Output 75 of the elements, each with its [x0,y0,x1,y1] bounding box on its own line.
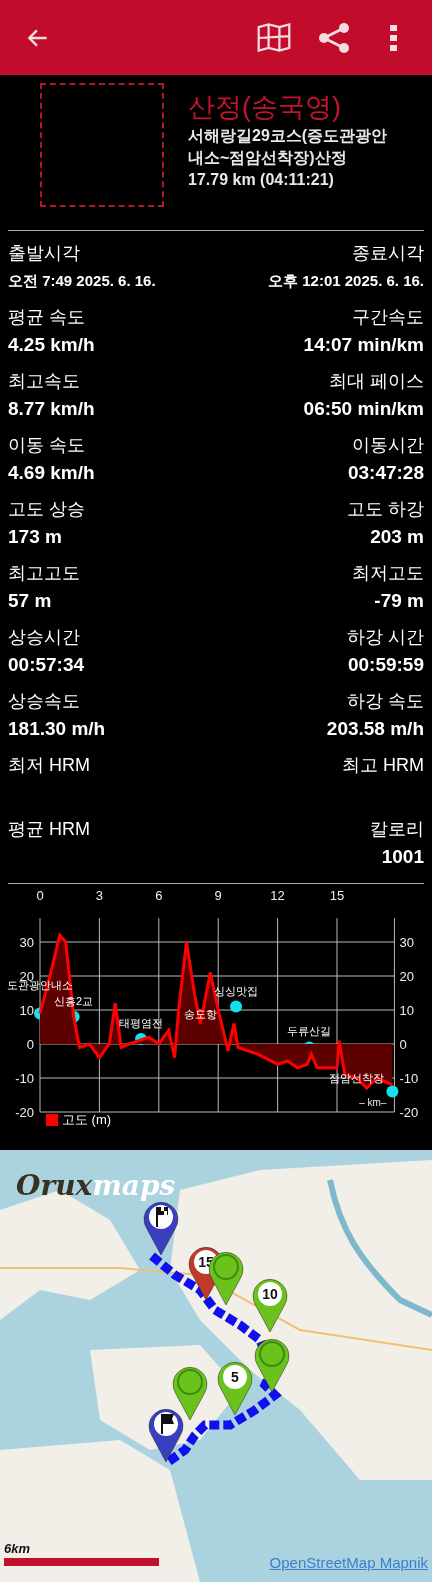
x-tick-label: 6 [155,888,163,903]
y-tick-label: 0 [399,1037,407,1052]
x-tick-label: 3 [95,888,103,903]
stat-label: 출발시각 [8,242,81,265]
map-marker-icon[interactable] [172,1364,208,1421]
stat-label: 최저 HRM [8,754,90,777]
map-marker-icon[interactable] [254,1336,290,1393]
waypoint-label: 싱싱맛집 [214,984,258,997]
track-description: 서해랑길29코스(증도관광안내소~점암선착장)산정 [188,125,389,168]
x-tick-label: 0 [36,888,44,903]
stat-label: 최고 HRM [342,754,424,777]
stat-value: 203 m [370,525,424,549]
y-tick-label: 30 [399,935,414,950]
stat-value: 1001 [381,845,424,869]
stat-label: 이동 속도 [8,434,86,457]
stat-label: 하강 시간 [347,626,424,649]
legend-label: 고도 (m) [62,1111,112,1129]
finish-flag-marker-icon[interactable] [143,1199,179,1256]
start-flag-marker-icon[interactable] [148,1406,184,1463]
stat-value: 4.25 km/h [8,333,95,357]
stat-value: 8.77 km/h [8,397,95,421]
track-summary: 17.79 km (04:11:21) [188,169,335,190]
stat-value: 오전 7:49 2025. 6. 16. [8,271,156,291]
y-tick-label: 10 [19,1003,34,1018]
stat-value: 00:57:34 [8,653,85,677]
y-tick-label: 0 [26,1037,34,1052]
stat-label: 칼로리 [370,818,424,841]
x-axis-label: – km– [359,1097,387,1108]
stat-label: 구간속도 [352,306,424,329]
waypoint-dot [230,1000,242,1013]
stat-label: 최고속도 [8,370,81,393]
stat-label: 평균 HRM [8,818,90,841]
x-tick-label: 12 [270,888,285,903]
stat-value: 181.30 m/h [8,717,106,741]
y-tick-label: -20 [399,1105,419,1120]
waypoint-label: 태평염전 [119,1016,163,1029]
y-tick-label: -10 [15,1071,34,1086]
waypoint-label: 두류산길 [287,1025,332,1038]
stat-label: 최고고도 [8,562,80,585]
stat-value: 203.58 m/h [326,717,424,741]
stat-value: 03:47:28 [347,461,424,485]
stat-label: 고도 하강 [347,498,424,521]
y-tick-label: 20 [399,969,414,984]
stat-label: 이동시간 [352,434,424,457]
stat-value: -79 m [374,589,424,613]
x-tick-label: 15 [329,888,345,903]
stat-label: 고도 상승 [8,498,85,521]
stat-label: 최대 페이스 [329,370,424,393]
map-marker-icon[interactable]: 10 [252,1276,288,1333]
stat-label: 평균 속도 [8,306,86,329]
stat-label: 상승시간 [8,626,81,649]
track-name: 산정(송국영) [188,91,342,124]
legend-swatch [46,1113,58,1126]
stat-label: 종료시각 [352,242,424,265]
map-marker-icon[interactable]: 5 [217,1359,253,1416]
stat-value: 00:59:59 [347,653,424,677]
stat-value: 4.69 km/h [8,461,95,485]
more-vertical-icon [389,23,399,52]
stat-value: 14:07 min/km [303,333,424,357]
scale-label: 6km [4,1539,32,1558]
x-tick-label: 9 [214,888,222,903]
y-tick-label: 30 [19,935,34,950]
stat-value: 오후 12:01 2025. 6. 16. [268,271,424,291]
stat-label: 하강 속도 [347,690,424,713]
stat-value: 06:50 min/km [303,397,424,421]
app-logo: Oruxmaps [16,1172,176,1200]
photo-placeholder[interactable] [40,83,164,207]
stat-label: 상승속도 [8,690,81,713]
stat-value: 57 m [8,589,53,613]
y-tick-label: -20 [15,1105,34,1120]
waypoint-dot [386,1085,399,1098]
stat-label: 최저고도 [352,562,424,585]
y-tick-label: -10 [399,1071,419,1086]
stat-value: 173 m [8,525,63,549]
y-tick-label: 10 [399,1003,414,1018]
